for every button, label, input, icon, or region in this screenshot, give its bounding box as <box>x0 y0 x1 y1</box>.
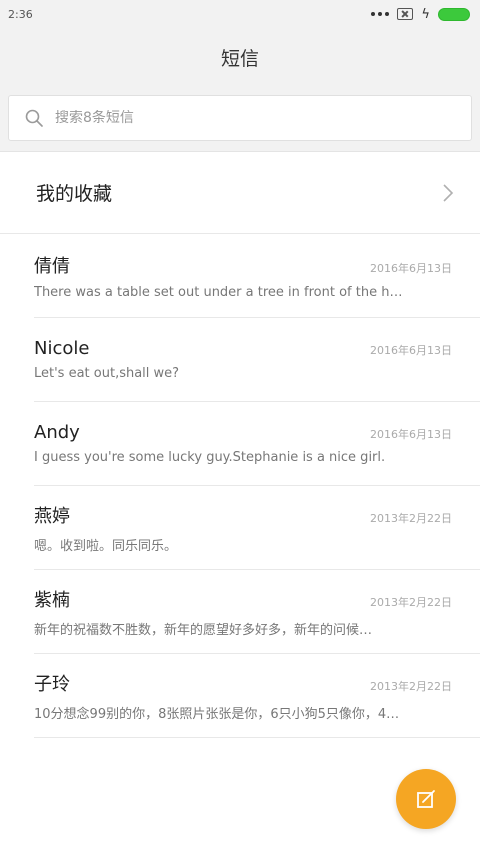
conversation-item[interactable]: Andy 2016年6月13日 I guess you're some luck… <box>34 402 480 486</box>
contact-name: 倩倩 <box>34 255 70 277</box>
status-time: 2:36 <box>8 7 33 21</box>
search-box[interactable] <box>8 95 472 141</box>
message-date: 2013年2月22日 <box>370 595 452 609</box>
page-title: 短信 <box>220 47 259 70</box>
conversation-header: 紫楠 2013年2月22日 <box>34 586 452 612</box>
message-preview: 10分想念99别的你，8张照片张张是你，6只小狗5只像你，4… <box>34 706 400 722</box>
conversation-header: 倩倩 2016年6月13日 <box>34 252 452 278</box>
contact-name: 紫楠 <box>34 589 70 611</box>
contact-name: 子玲 <box>34 673 70 695</box>
conversation-item[interactable]: 燕婷 2013年2月22日 嗯。收到啦。同乐同乐。 <box>34 486 480 570</box>
search-input[interactable] <box>55 110 435 126</box>
message-preview: Let's eat out,shall we? <box>34 366 180 381</box>
conversation-item[interactable]: 紫楠 2013年2月22日 新年的祝福数不胜数，新年的愿望好多好多，新年的问候… <box>34 570 480 654</box>
contact-name: 燕婷 <box>34 505 70 527</box>
signal-dots-icon <box>371 12 390 16</box>
message-preview: I guess you're some lucky guy.Stephanie … <box>34 450 386 465</box>
message-date: 2016年6月13日 <box>370 428 452 441</box>
message-date: 2016年6月13日 <box>370 261 452 275</box>
contact-name: Nicole <box>34 338 90 359</box>
message-preview: 嗯。收到啦。同乐同乐。 <box>34 538 178 554</box>
message-date: 2016年6月13日 <box>370 344 452 357</box>
conversation-header: 燕婷 2013年2月22日 <box>34 502 452 528</box>
favorites-label: 我的收藏 <box>36 183 113 205</box>
charging-bolt-icon: ϟ <box>421 6 430 22</box>
conversation-item[interactable]: Nicole 2016年6月13日 Let's eat out,shall we… <box>34 318 480 402</box>
conversation-header: Andy 2016年6月13日 <box>34 422 452 443</box>
no-sim-icon <box>397 8 414 20</box>
conversation-item[interactable]: 子玲 2013年2月22日 10分想念99别的你，8张照片张张是你，6只小狗5只… <box>34 654 480 738</box>
new-message-button[interactable] <box>396 769 456 829</box>
chevron-right-icon <box>443 183 454 202</box>
search-icon <box>25 109 43 127</box>
conversation-header: Nicole 2016年6月13日 <box>34 338 452 359</box>
status-icons: ϟ <box>371 6 470 22</box>
title-bar: 短信 <box>0 28 480 86</box>
battery-icon <box>438 7 470 21</box>
status-bar: 2:36 ϟ <box>0 0 480 28</box>
message-preview: 新年的祝福数不胜数，新年的愿望好多好多，新年的问候… <box>34 622 373 638</box>
message-date: 2013年2月22日 <box>370 679 452 693</box>
conversation-item[interactable]: 倩倩 2016年6月13日 There was a table set out … <box>34 234 480 318</box>
conversation-header: 子玲 2013年2月22日 <box>34 670 452 696</box>
message-date: 2013年2月22日 <box>370 511 452 525</box>
search-area <box>0 86 480 152</box>
message-preview: There was a table set out under a tree i… <box>34 284 403 300</box>
compose-icon <box>417 790 435 808</box>
favorites-row[interactable]: 我的收藏 <box>0 152 480 234</box>
conversation-list: 我的收藏 倩倩 2016年6月13日 There was a table set… <box>0 152 480 738</box>
contact-name: Andy <box>34 422 80 443</box>
